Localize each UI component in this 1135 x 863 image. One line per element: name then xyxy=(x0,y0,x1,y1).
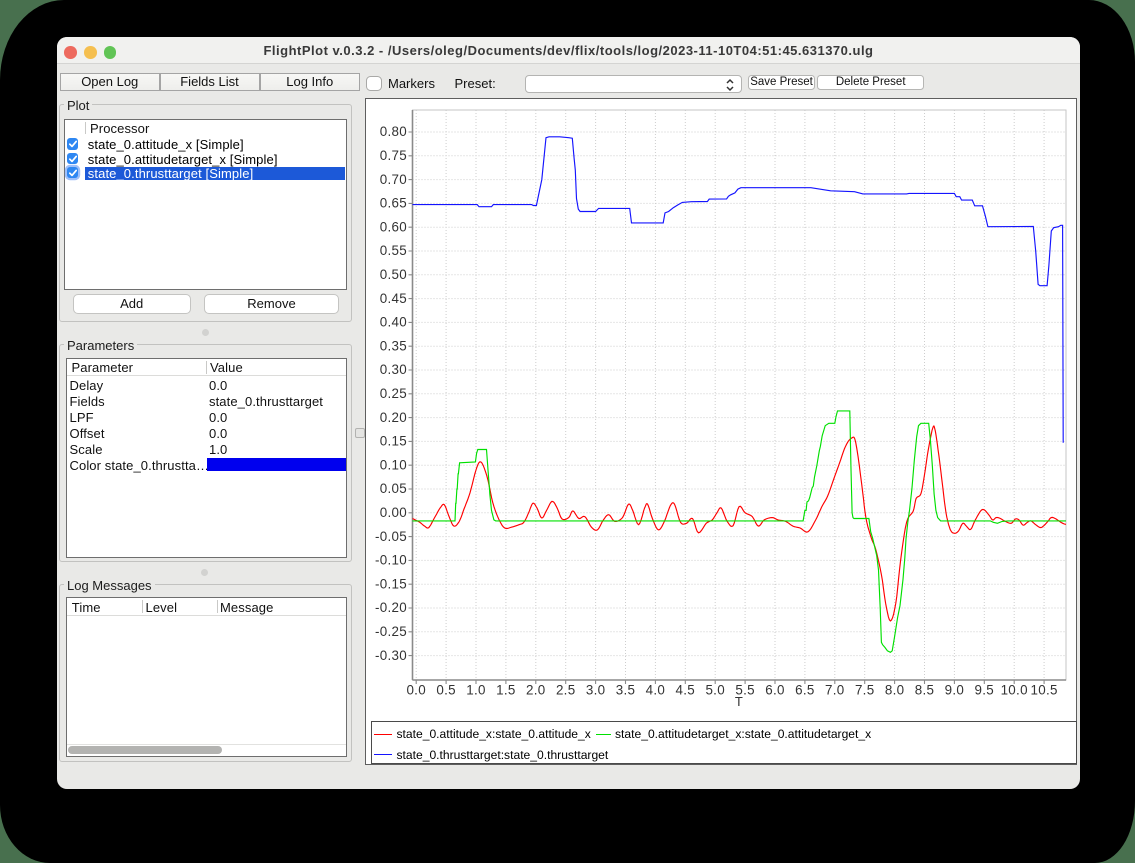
svg-text:1.5: 1.5 xyxy=(496,682,516,697)
svg-text:-0.25: -0.25 xyxy=(375,624,407,639)
svg-text:10.5: 10.5 xyxy=(1030,682,1057,697)
svg-text:0.30: 0.30 xyxy=(380,362,407,377)
svg-text:-0.30: -0.30 xyxy=(375,647,407,662)
svg-text:0.0: 0.0 xyxy=(406,682,426,697)
svg-text:0.20: 0.20 xyxy=(380,409,407,424)
svg-text:7.5: 7.5 xyxy=(855,682,875,697)
svg-text:0.00: 0.00 xyxy=(380,505,407,520)
svg-text:0.50: 0.50 xyxy=(380,267,407,282)
svg-text:7.0: 7.0 xyxy=(825,682,845,697)
svg-text:0.05: 0.05 xyxy=(380,481,407,496)
svg-text:0.15: 0.15 xyxy=(380,433,407,448)
svg-text:T: T xyxy=(735,694,743,709)
svg-text:8.5: 8.5 xyxy=(915,682,935,697)
svg-text:1.0: 1.0 xyxy=(466,682,486,697)
svg-text:6.0: 6.0 xyxy=(765,682,785,697)
svg-text:9.5: 9.5 xyxy=(975,682,995,697)
svg-text:0.35: 0.35 xyxy=(380,338,407,353)
svg-text:0.75: 0.75 xyxy=(380,148,407,163)
svg-text:-0.15: -0.15 xyxy=(375,576,407,591)
svg-text:8.0: 8.0 xyxy=(885,682,905,697)
svg-text:2.5: 2.5 xyxy=(556,682,576,697)
svg-text:0.10: 0.10 xyxy=(380,457,407,472)
svg-text:-0.10: -0.10 xyxy=(375,552,407,567)
svg-text:-0.05: -0.05 xyxy=(375,528,407,543)
svg-text:0.80: 0.80 xyxy=(380,124,407,139)
svg-text:0.5: 0.5 xyxy=(436,682,456,697)
svg-text:-0.20: -0.20 xyxy=(375,600,407,615)
svg-text:0.55: 0.55 xyxy=(380,243,407,258)
svg-text:4.0: 4.0 xyxy=(646,682,666,697)
svg-text:10.0: 10.0 xyxy=(1001,682,1028,697)
svg-text:2.0: 2.0 xyxy=(526,682,546,697)
svg-text:0.45: 0.45 xyxy=(380,290,407,305)
svg-text:0.70: 0.70 xyxy=(380,171,407,186)
svg-text:4.5: 4.5 xyxy=(676,682,696,697)
svg-text:0.65: 0.65 xyxy=(380,195,407,210)
svg-text:3.0: 3.0 xyxy=(586,682,606,697)
svg-text:6.5: 6.5 xyxy=(795,682,815,697)
svg-text:0.60: 0.60 xyxy=(380,219,407,234)
svg-text:0.40: 0.40 xyxy=(380,314,407,329)
svg-text:3.5: 3.5 xyxy=(616,682,636,697)
svg-text:5.0: 5.0 xyxy=(705,682,725,697)
svg-text:0.25: 0.25 xyxy=(380,386,407,401)
svg-text:9.0: 9.0 xyxy=(945,682,965,697)
